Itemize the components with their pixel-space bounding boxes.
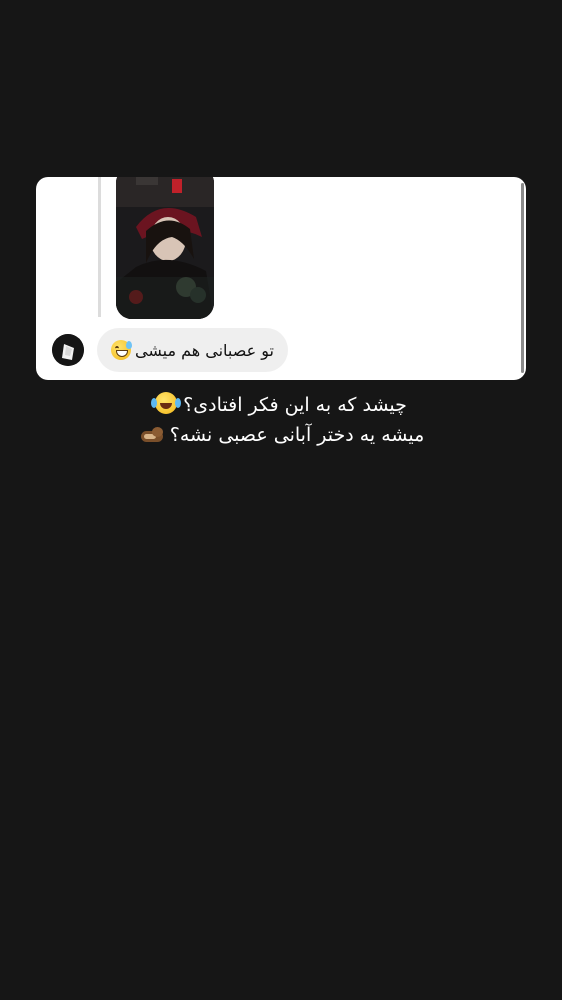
otter-icon: [138, 427, 164, 443]
face-with-tears-of-joy-icon: [151, 392, 182, 414]
caption-line-1: چیشد که به این فکر افتادی؟: [0, 390, 562, 420]
caption-text-2: میشه یه دختر آبانی عصبی نشه؟: [169, 424, 425, 446]
photo-content: [116, 177, 214, 319]
shared-photo-thumbnail[interactable]: [116, 177, 214, 319]
story-canvas: تو عصبانی هم میشی چیشد که به این فکر افت…: [0, 0, 562, 1000]
message-bubble[interactable]: تو عصبانی هم میشی: [97, 328, 288, 372]
scroll-indicator: [521, 183, 524, 373]
grinning-face-with-sweat-icon: [111, 340, 132, 360]
profile-avatar-icon[interactable]: [52, 334, 84, 366]
caption-line-2: میشه یه دختر آبانی عصبی نشه؟: [0, 420, 562, 450]
message-row: تو عصبانی هم میشی: [52, 327, 288, 373]
dm-screenshot-card: تو عصبانی هم میشی: [36, 177, 526, 380]
avatar-image: [52, 334, 84, 366]
caption-text-1: چیشد که به این فکر افتادی؟: [183, 394, 407, 416]
reply-indicator-bar: [98, 177, 101, 317]
message-text: تو عصبانی هم میشی: [135, 340, 274, 360]
